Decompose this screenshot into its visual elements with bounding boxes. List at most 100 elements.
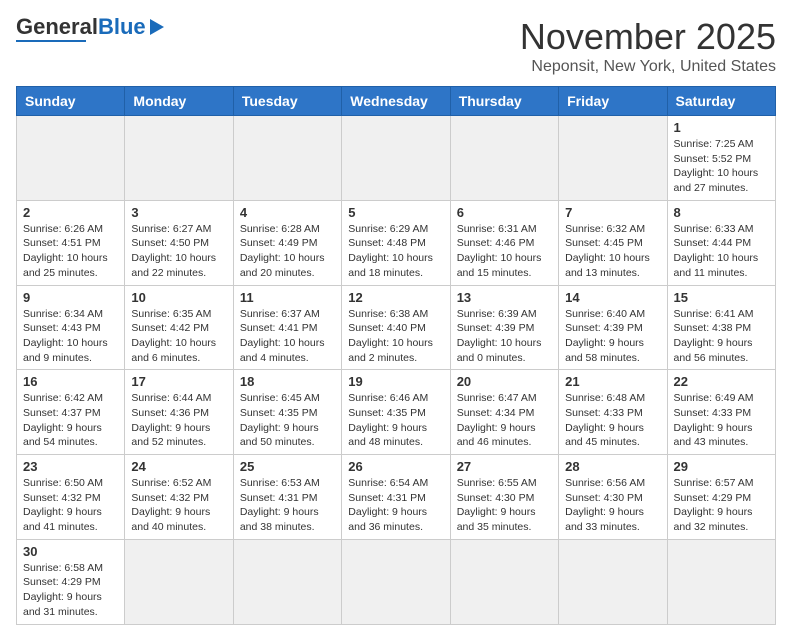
- calendar-cell: 17Sunrise: 6:44 AM Sunset: 4:36 PM Dayli…: [125, 370, 233, 455]
- day-number: 29: [674, 459, 769, 474]
- calendar-cell: 12 Sunrise: 6:38 AM Sunset: 4:40 PM Dayli…: [342, 285, 450, 370]
- calendar-cell: [667, 539, 775, 624]
- day-number: 18: [240, 374, 335, 389]
- logo-text: GeneralBlue: [16, 16, 146, 38]
- logo-blue: Blue: [98, 14, 146, 39]
- calendar-cell: 18 Sunrise: 6:45 AM Sunset: 4:35 PM Dayli…: [233, 370, 341, 455]
- day-info: Sunrise: 6:50 AM Sunset: 4:32 PM Dayligh…: [23, 476, 118, 535]
- day-number: 14: [565, 290, 660, 305]
- calendar-cell: 25Sunrise: 6:53 AM Sunset: 4:31 PM Dayli…: [233, 455, 341, 540]
- calendar-cell: 11 Sunrise: 6:37 AM Sunset: 4:41 PM Dayli…: [233, 285, 341, 370]
- calendar-cell: [17, 116, 125, 201]
- calendar-cell: 3Sunrise: 6:27 AM Sunset: 4:50 PM Daylig…: [125, 200, 233, 285]
- day-info: Sunrise: 6:58 AM Sunset: 4:29 PM Dayligh…: [23, 561, 118, 620]
- weekday-header-saturday: Saturday: [667, 87, 775, 116]
- day-info: Sunrise: 6:41 AM Sunset: 4:38 PM Dayligh…: [674, 307, 769, 366]
- day-number: 7: [565, 205, 660, 220]
- day-number: 12: [348, 290, 443, 305]
- day-number: 25: [240, 459, 335, 474]
- weekday-header-wednesday: Wednesday: [342, 87, 450, 116]
- weekday-header-tuesday: Tuesday: [233, 87, 341, 116]
- day-number: 9: [23, 290, 118, 305]
- calendar-cell: 19 Sunrise: 6:46 AM Sunset: 4:35 PM Dayli…: [342, 370, 450, 455]
- day-number: 8: [674, 205, 769, 220]
- weekday-header-thursday: Thursday: [450, 87, 558, 116]
- day-number: 11: [240, 290, 335, 305]
- logo: GeneralBlue: [16, 16, 164, 42]
- calendar-week-4: 16 Sunrise: 6:42 AM Sunset: 4:37 PM Dayli…: [17, 370, 776, 455]
- day-number: 17: [131, 374, 226, 389]
- calendar-cell: [125, 116, 233, 201]
- calendar-cell: 2Sunrise: 6:26 AM Sunset: 4:51 PM Daylig…: [17, 200, 125, 285]
- day-number: 6: [457, 205, 552, 220]
- weekday-header-friday: Friday: [559, 87, 667, 116]
- day-number: 3: [131, 205, 226, 220]
- day-info: Sunrise: 6:38 AM Sunset: 4:40 PM Dayligh…: [348, 307, 443, 366]
- calendar-cell: [342, 539, 450, 624]
- month-title: November 2025: [520, 16, 776, 58]
- calendar-cell: 16 Sunrise: 6:42 AM Sunset: 4:37 PM Dayli…: [17, 370, 125, 455]
- calendar-cell: 13 Sunrise: 6:39 AM Sunset: 4:39 PM Dayli…: [450, 285, 558, 370]
- day-info: Sunrise: 6:52 AM Sunset: 4:32 PM Dayligh…: [131, 476, 226, 535]
- page-header: GeneralBlue November 2025 Neponsit, New …: [16, 16, 776, 76]
- calendar-cell: 14Sunrise: 6:40 AM Sunset: 4:39 PM Dayli…: [559, 285, 667, 370]
- day-info: Sunrise: 6:34 AM Sunset: 4:43 PM Dayligh…: [23, 307, 118, 366]
- day-number: 21: [565, 374, 660, 389]
- day-number: 30: [23, 544, 118, 559]
- day-info: Sunrise: 6:54 AM Sunset: 4:31 PM Dayligh…: [348, 476, 443, 535]
- day-number: 2: [23, 205, 118, 220]
- day-number: 13: [457, 290, 552, 305]
- day-number: 27: [457, 459, 552, 474]
- calendar-cell: [125, 539, 233, 624]
- day-number: 23: [23, 459, 118, 474]
- weekday-header-row: SundayMondayTuesdayWednesdayThursdayFrid…: [17, 87, 776, 116]
- weekday-header-sunday: Sunday: [17, 87, 125, 116]
- calendar-week-6: 30 Sunrise: 6:58 AM Sunset: 4:29 PM Dayli…: [17, 539, 776, 624]
- logo-underline: [16, 40, 86, 42]
- day-number: 5: [348, 205, 443, 220]
- calendar-cell: 9 Sunrise: 6:34 AM Sunset: 4:43 PM Daylig…: [17, 285, 125, 370]
- logo-triangle: [150, 19, 164, 35]
- calendar-week-5: 23 Sunrise: 6:50 AM Sunset: 4:32 PM Dayli…: [17, 455, 776, 540]
- calendar-cell: 5 Sunrise: 6:29 AM Sunset: 4:48 PM Daylig…: [342, 200, 450, 285]
- day-number: 16: [23, 374, 118, 389]
- calendar-week-1: 1Sunrise: 7:25 AM Sunset: 5:52 PM Daylig…: [17, 116, 776, 201]
- calendar-week-3: 9 Sunrise: 6:34 AM Sunset: 4:43 PM Daylig…: [17, 285, 776, 370]
- calendar-cell: 26 Sunrise: 6:54 AM Sunset: 4:31 PM Dayli…: [342, 455, 450, 540]
- day-info: Sunrise: 6:46 AM Sunset: 4:35 PM Dayligh…: [348, 391, 443, 450]
- calendar-cell: 30 Sunrise: 6:58 AM Sunset: 4:29 PM Dayli…: [17, 539, 125, 624]
- day-number: 26: [348, 459, 443, 474]
- day-info: Sunrise: 6:37 AM Sunset: 4:41 PM Dayligh…: [240, 307, 335, 366]
- day-info: Sunrise: 6:29 AM Sunset: 4:48 PM Dayligh…: [348, 222, 443, 281]
- calendar-cell: 27 Sunrise: 6:55 AM Sunset: 4:30 PM Dayli…: [450, 455, 558, 540]
- calendar-cell: [450, 116, 558, 201]
- weekday-header-monday: Monday: [125, 87, 233, 116]
- day-info: Sunrise: 6:57 AM Sunset: 4:29 PM Dayligh…: [674, 476, 769, 535]
- day-info: Sunrise: 7:25 AM Sunset: 5:52 PM Dayligh…: [674, 137, 769, 196]
- day-number: 19: [348, 374, 443, 389]
- calendar-cell: 10 Sunrise: 6:35 AM Sunset: 4:42 PM Dayli…: [125, 285, 233, 370]
- day-number: 10: [131, 290, 226, 305]
- day-info: Sunrise: 6:42 AM Sunset: 4:37 PM Dayligh…: [23, 391, 118, 450]
- calendar-cell: 29 Sunrise: 6:57 AM Sunset: 4:29 PM Dayli…: [667, 455, 775, 540]
- day-info: Sunrise: 6:39 AM Sunset: 4:39 PM Dayligh…: [457, 307, 552, 366]
- calendar-cell: 7Sunrise: 6:32 AM Sunset: 4:45 PM Daylig…: [559, 200, 667, 285]
- day-info: Sunrise: 6:48 AM Sunset: 4:33 PM Dayligh…: [565, 391, 660, 450]
- day-info: Sunrise: 6:45 AM Sunset: 4:35 PM Dayligh…: [240, 391, 335, 450]
- day-info: Sunrise: 6:35 AM Sunset: 4:42 PM Dayligh…: [131, 307, 226, 366]
- calendar-week-2: 2Sunrise: 6:26 AM Sunset: 4:51 PM Daylig…: [17, 200, 776, 285]
- calendar-cell: 23 Sunrise: 6:50 AM Sunset: 4:32 PM Dayli…: [17, 455, 125, 540]
- day-info: Sunrise: 6:33 AM Sunset: 4:44 PM Dayligh…: [674, 222, 769, 281]
- calendar-cell: 20Sunrise: 6:47 AM Sunset: 4:34 PM Dayli…: [450, 370, 558, 455]
- calendar-cell: 24 Sunrise: 6:52 AM Sunset: 4:32 PM Dayli…: [125, 455, 233, 540]
- calendar-cell: 8 Sunrise: 6:33 AM Sunset: 4:44 PM Daylig…: [667, 200, 775, 285]
- calendar-cell: [233, 116, 341, 201]
- day-info: Sunrise: 6:31 AM Sunset: 4:46 PM Dayligh…: [457, 222, 552, 281]
- day-number: 22: [674, 374, 769, 389]
- location-title: Neponsit, New York, United States: [520, 58, 776, 76]
- day-number: 24: [131, 459, 226, 474]
- calendar-cell: 22Sunrise: 6:49 AM Sunset: 4:33 PM Dayli…: [667, 370, 775, 455]
- calendar-table: SundayMondayTuesdayWednesdayThursdayFrid…: [16, 86, 776, 625]
- day-number: 4: [240, 205, 335, 220]
- day-info: Sunrise: 6:55 AM Sunset: 4:30 PM Dayligh…: [457, 476, 552, 535]
